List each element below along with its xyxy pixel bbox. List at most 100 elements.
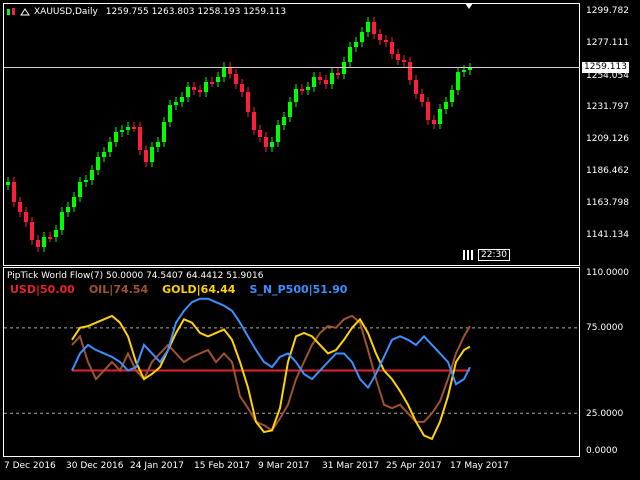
candle	[420, 94, 424, 102]
candle	[258, 130, 262, 137]
symbol-label: XAUUSD,Daily	[34, 7, 98, 17]
candle	[108, 142, 112, 152]
candle	[354, 42, 358, 47]
candle	[222, 67, 226, 77]
candle	[96, 157, 100, 170]
candle	[78, 182, 82, 197]
candle	[450, 90, 454, 102]
candle	[42, 237, 46, 247]
candle	[438, 109, 442, 124]
price-tick: 1277.111	[586, 38, 629, 48]
indicator-legend: USD|50.00 OIL|74.54 GOLD|64.44 S_N_P500|…	[10, 283, 347, 296]
candle	[246, 92, 250, 112]
indicator-lines	[4, 297, 580, 441]
candle	[384, 40, 388, 42]
clock-label: 22:30	[478, 249, 510, 261]
candle	[6, 182, 10, 185]
chart-type-icon[interactable]	[6, 7, 16, 17]
time-tick: 9 Mar 2017	[258, 461, 310, 471]
indicator-line-gold	[71, 314, 471, 441]
indicator-tick: 0.0000	[586, 446, 618, 456]
price-tick: 1163.798	[586, 198, 629, 208]
candle	[48, 237, 52, 239]
candle	[12, 182, 16, 202]
candle	[372, 22, 376, 34]
candlestick-series	[6, 17, 472, 252]
price-tick: 1209.126	[586, 134, 629, 144]
candle	[180, 97, 184, 102]
candle	[402, 60, 406, 62]
candle	[240, 84, 244, 92]
candle	[228, 67, 232, 74]
candle	[378, 34, 382, 40]
candle	[264, 137, 268, 147]
candle	[456, 72, 460, 90]
fractal-icon[interactable]	[20, 7, 30, 17]
candle	[414, 80, 418, 94]
legend-oil: OIL|74.54	[88, 283, 149, 296]
current-price-box: 1259.113	[582, 62, 629, 73]
price-tick: 1141.134	[586, 230, 629, 240]
time-tick: 31 Mar 2017	[322, 461, 380, 471]
timer-icon	[463, 250, 473, 260]
time-tick: 30 Dec 2016	[66, 461, 124, 471]
candle	[282, 117, 286, 125]
time-tick: 25 Apr 2017	[386, 461, 442, 471]
candle	[318, 77, 322, 80]
candle	[168, 105, 172, 122]
candle	[174, 102, 178, 105]
legend-usd: USD|50.00	[10, 283, 75, 296]
candle	[408, 62, 412, 80]
candle	[156, 142, 160, 147]
candle	[138, 127, 142, 150]
candle	[294, 89, 298, 102]
candle	[234, 74, 238, 84]
chart-header: XAUUSD,Daily 1259.755 1263.803 1258.193 …	[6, 7, 286, 17]
candle	[432, 120, 436, 124]
candle	[288, 102, 292, 117]
candle	[390, 42, 394, 54]
candle	[144, 150, 148, 162]
legend-gold: GOLD|64.44	[162, 283, 236, 296]
candle	[192, 87, 196, 90]
candle	[426, 102, 430, 120]
indicator-tick: 75.0000	[586, 323, 624, 333]
time-tick: 15 Feb 2017	[194, 461, 251, 471]
candle	[324, 80, 328, 84]
chart-shift-icon[interactable]	[465, 3, 473, 9]
candle	[60, 212, 64, 230]
candle	[330, 73, 334, 84]
candle	[468, 68, 472, 70]
price-tick: 1299.782	[586, 6, 629, 16]
candle	[300, 89, 304, 91]
indicator-tick: 110.0000	[586, 268, 629, 278]
candle	[216, 77, 220, 82]
candle	[312, 77, 316, 87]
candle	[90, 170, 94, 180]
candle	[444, 102, 448, 109]
candle	[210, 82, 214, 84]
candle	[126, 127, 130, 130]
bar-timer: 22:30	[462, 249, 510, 261]
legend-snp500: S_N_P500|51.90	[249, 283, 348, 296]
candle	[462, 70, 466, 72]
candle	[270, 142, 274, 147]
candle	[30, 222, 34, 240]
chart-frame	[3, 3, 580, 457]
ohlc-values: 1259.755 1263.803 1258.193 1259.113	[105, 7, 287, 17]
indicator-line-s_n_p500	[71, 297, 471, 390]
candle	[66, 207, 70, 212]
candle	[396, 54, 400, 60]
candle	[84, 180, 88, 182]
candle	[72, 197, 76, 207]
time-tick: 17 May 2017	[450, 461, 509, 471]
candle	[204, 82, 208, 92]
candle	[348, 47, 352, 62]
candle	[150, 147, 154, 162]
candle	[114, 132, 118, 142]
indicator-title: PipTick World Flow(7) 50.0000 74.5407 64…	[7, 271, 264, 281]
candle	[198, 90, 202, 92]
indicator-tick: 25.0000	[586, 409, 624, 419]
candle	[120, 130, 124, 132]
candle	[186, 87, 190, 97]
